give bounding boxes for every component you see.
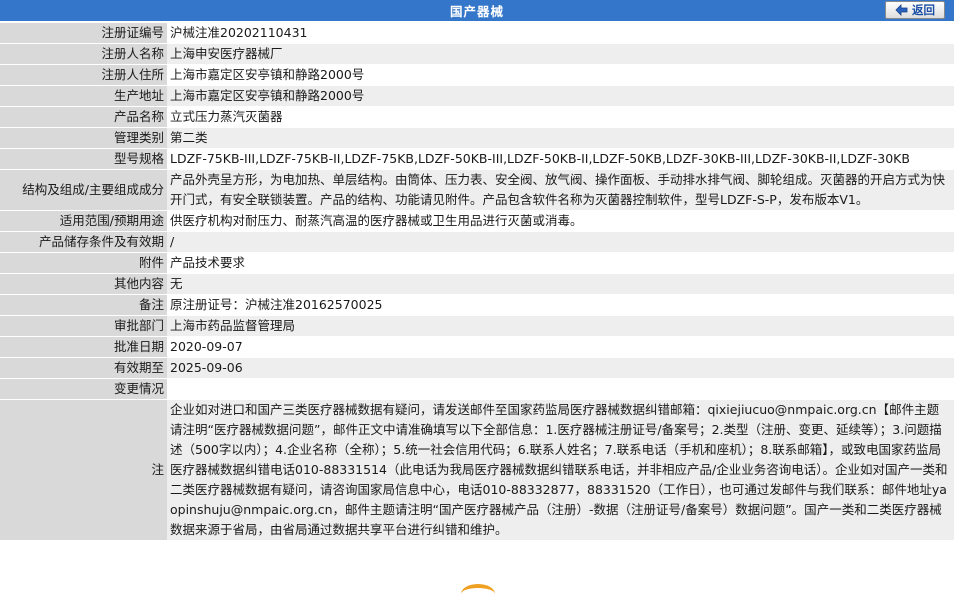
back-arrow-icon — [895, 4, 908, 16]
field-value: 沪械注准20202110431 — [167, 23, 954, 44]
field-value — [167, 379, 954, 400]
field-label: 有效期至 — [0, 358, 167, 379]
note-label: 注 — [0, 400, 167, 541]
field-value: 产品外壳呈方形，为电加热、单层结构。由筒体、压力表、安全阀、放气阀、操作面板、手… — [167, 170, 954, 211]
field-value: 上海市药品监督管理局 — [167, 316, 954, 337]
table-row: 有效期至 2025-09-06 — [0, 358, 954, 379]
table-row: 批准日期 2020-09-07 — [0, 337, 954, 358]
table-row: 审批部门 上海市药品监督管理局 — [0, 316, 954, 337]
field-value: LDZF-75KB-III,LDZF-75KB-II,LDZF-75KB,LDZ… — [167, 149, 954, 170]
field-label: 管理类别 — [0, 128, 167, 149]
field-label: 注册证编号 — [0, 23, 167, 44]
field-value: / — [167, 232, 954, 253]
table-row: 产品储存条件及有效期 / — [0, 232, 954, 253]
table-row: 附件 产品技术要求 — [0, 253, 954, 274]
field-value: 供医疗机构对耐压力、耐蒸汽高温的医疗器械或卫生用品进行灭菌或消毒。 — [167, 211, 954, 232]
table-row: 注册人住所 上海市嘉定区安亭镇和静路2000号 — [0, 65, 954, 86]
field-label: 其他内容 — [0, 274, 167, 295]
page-header: 国产器械 返回 — [0, 0, 954, 21]
table-row: 其他内容 无 — [0, 274, 954, 295]
field-value: 产品技术要求 — [167, 253, 954, 274]
field-label: 变更情况 — [0, 379, 167, 400]
field-label: 注册人名称 — [0, 44, 167, 65]
back-button-label: 返回 — [912, 3, 935, 17]
detail-table: 注册证编号 沪械注准20202110431 注册人名称 上海申安医疗器械厂 注册… — [0, 23, 954, 541]
field-value: 无 — [167, 274, 954, 295]
table-row: 适用范围/预期用途 供医疗机构对耐压力、耐蒸汽高温的医疗器械或卫生用品进行灭菌或… — [0, 211, 954, 232]
table-row: 生产地址 上海市嘉定区安亭镇和静路2000号 — [0, 86, 954, 107]
page-title: 国产器械 — [449, 4, 504, 19]
back-button[interactable]: 返回 — [885, 1, 945, 19]
table-row: 备注 原注册证号：沪械注准20162570025 — [0, 295, 954, 316]
field-label: 附件 — [0, 253, 167, 274]
field-label: 审批部门 — [0, 316, 167, 337]
field-label: 批准日期 — [0, 337, 167, 358]
table-row: 注册证编号 沪械注准20202110431 — [0, 23, 954, 44]
table-row: 管理类别 第二类 — [0, 128, 954, 149]
field-value: 立式压力蒸汽灭菌器 — [167, 107, 954, 128]
field-value: 上海市嘉定区安亭镇和静路2000号 — [167, 65, 954, 86]
field-label: 型号规格 — [0, 149, 167, 170]
field-label: 产品储存条件及有效期 — [0, 232, 167, 253]
field-value: 上海申安医疗器械厂 — [167, 44, 954, 65]
table-row: 结构及组成/主要组成成分 产品外壳呈方形，为电加热、单层结构。由筒体、压力表、安… — [0, 170, 954, 211]
table-row: 变更情况 — [0, 379, 954, 400]
field-value: 上海市嘉定区安亭镇和静路2000号 — [167, 86, 954, 107]
field-value: 2025-09-06 — [167, 358, 954, 379]
field-value: 原注册证号：沪械注准20162570025 — [167, 295, 954, 316]
table-row: 注册人名称 上海申安医疗器械厂 — [0, 44, 954, 65]
table-row: 型号规格 LDZF-75KB-III,LDZF-75KB-II,LDZF-75K… — [0, 149, 954, 170]
note-row: 注 企业如对进口和国产三类医疗器械数据有疑问，请发送邮件至国家药监局医疗器械数据… — [0, 400, 954, 541]
field-label: 备注 — [0, 295, 167, 316]
footer-logo-icon — [461, 584, 495, 604]
table-row: 产品名称 立式压力蒸汽灭菌器 — [0, 107, 954, 128]
field-label: 产品名称 — [0, 107, 167, 128]
field-value: 2020-09-07 — [167, 337, 954, 358]
field-label: 注册人住所 — [0, 65, 167, 86]
field-label: 生产地址 — [0, 86, 167, 107]
field-value: 第二类 — [167, 128, 954, 149]
field-label: 适用范围/预期用途 — [0, 211, 167, 232]
note-text: 企业如对进口和国产三类医疗器械数据有疑问，请发送邮件至国家药监局医疗器械数据纠错… — [167, 400, 954, 541]
field-label: 结构及组成/主要组成成分 — [0, 170, 167, 211]
